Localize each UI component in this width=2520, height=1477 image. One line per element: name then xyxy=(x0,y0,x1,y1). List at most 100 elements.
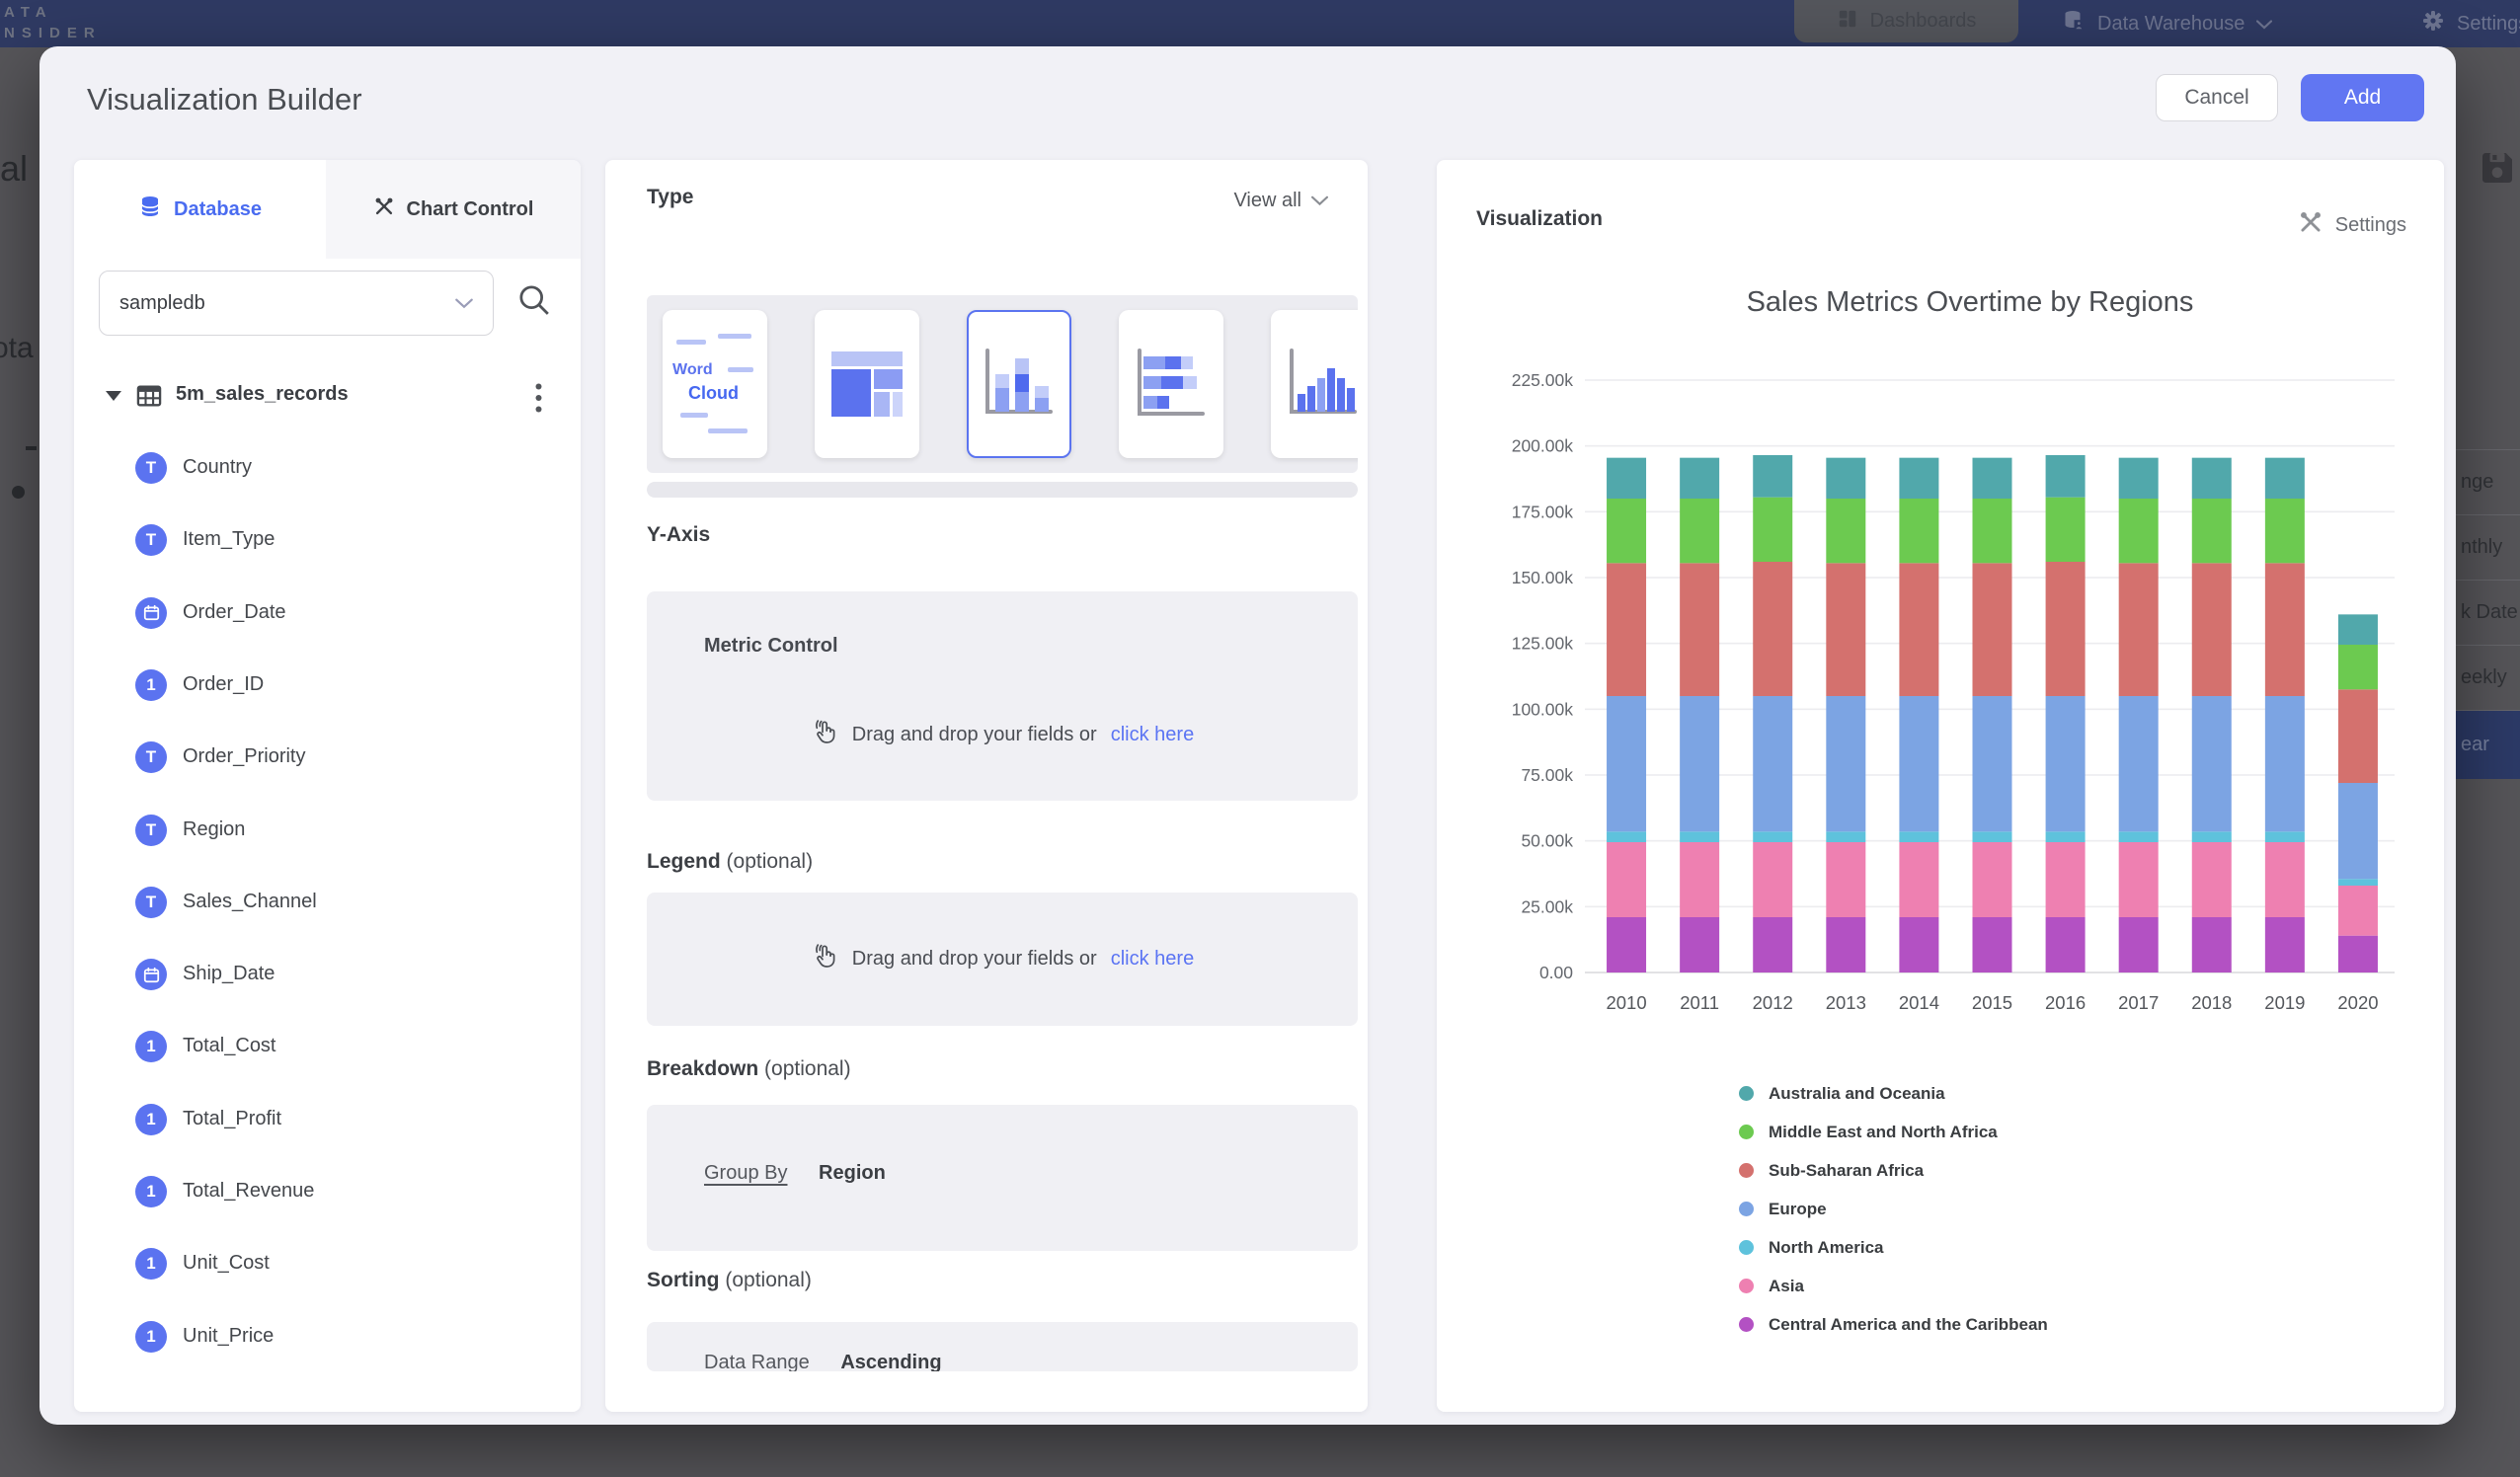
add-button[interactable]: Add xyxy=(2301,74,2424,121)
bar-segment xyxy=(2119,458,2159,499)
drag-drop-text: Drag and drop your fields or xyxy=(852,948,1097,971)
x-axis-tick-label: 2016 xyxy=(2045,992,2086,1013)
field-row-item_type[interactable]: TItem_Type xyxy=(74,524,581,560)
bar-segment xyxy=(2119,831,2159,842)
legend-label: Middle East and North Africa xyxy=(1769,1123,1998,1142)
field-row-region[interactable]: TRegion xyxy=(74,815,581,850)
top-nav-bar: ATA NSIDER Dashboards Data Warehouse Set… xyxy=(0,0,2520,47)
breakdown-section-heading: Breakdown (optional) xyxy=(647,1057,851,1081)
field-row-unit_price[interactable]: 1Unit_Price xyxy=(74,1321,581,1357)
metric-control-dropzone[interactable]: Metric Control Drag and drop your fields… xyxy=(647,591,1358,801)
chart-type-word-cloud[interactable]: Word Cloud xyxy=(663,310,767,458)
text-field-icon: T xyxy=(135,887,167,918)
chart-type-column[interactable] xyxy=(1271,310,1358,458)
legend-color-dot xyxy=(1739,1240,1754,1255)
text-field-icon: T xyxy=(135,815,167,846)
bar-segment xyxy=(2192,499,2232,563)
field-row-total_cost[interactable]: 1Total_Cost xyxy=(74,1031,581,1066)
nav-item-settings[interactable]: Settings xyxy=(2421,0,2520,47)
app-logo: ATA NSIDER xyxy=(4,2,102,43)
chart-legend: Australia and Oceania Middle East and Nor… xyxy=(1739,1074,2048,1344)
group-by-label[interactable]: Group By xyxy=(704,1162,787,1184)
bar-segment xyxy=(2265,563,2305,696)
field-row-ship_date[interactable]: Ship_Date xyxy=(74,959,581,994)
legend-item[interactable]: North America xyxy=(1739,1228,2048,1267)
legend-item[interactable]: Central America and the Caribbean xyxy=(1739,1305,2048,1344)
bar-segment xyxy=(1680,696,1719,831)
nav-item-dashboards[interactable]: Dashboards xyxy=(1794,0,2018,42)
x-axis-tick-label: 2018 xyxy=(2191,992,2232,1013)
bar-segment xyxy=(1826,842,1865,917)
bar-segment xyxy=(1899,842,1938,917)
y-axis-tick-label: 0.00 xyxy=(1539,963,1573,982)
chart-type-treemap[interactable] xyxy=(815,310,919,458)
nav-item-data-warehouse[interactable]: Data Warehouse xyxy=(2062,0,2272,47)
click-here-link[interactable]: click here xyxy=(1111,948,1194,971)
bar-segment xyxy=(1607,458,1646,499)
nav-data-warehouse-label: Data Warehouse xyxy=(2097,13,2244,36)
legend-item[interactable]: Europe xyxy=(1739,1190,2048,1228)
field-row-country[interactable]: TCountry xyxy=(74,452,581,488)
horizontal-scrollbar[interactable] xyxy=(647,482,1358,498)
group-by-value: Region xyxy=(819,1162,886,1184)
legend-dropzone[interactable]: Drag and drop your fields or click here xyxy=(647,893,1358,1026)
stacked-bar-chart: 0.0025.00k50.00k75.00k100.00k125.00k150.… xyxy=(1466,336,2414,1056)
field-row-order_priority[interactable]: TOrder_Priority xyxy=(74,741,581,777)
background-bullet-fragment xyxy=(12,486,25,499)
sort-field-label[interactable]: Data Range xyxy=(704,1352,810,1371)
table-tree-row[interactable]: 5m_sales_records xyxy=(74,375,581,419)
field-row-order_date[interactable]: Order_Date xyxy=(74,597,581,633)
bar-segment xyxy=(1607,499,1646,563)
legend-item[interactable]: Asia xyxy=(1739,1267,2048,1305)
bar-segment xyxy=(1753,842,1792,917)
legend-item[interactable]: Sub-Saharan Africa xyxy=(1739,1151,2048,1190)
sorting-heading-label: Sorting xyxy=(647,1269,720,1291)
legend-label: North America xyxy=(1769,1238,1884,1258)
field-row-order_id[interactable]: 1Order_ID xyxy=(74,669,581,705)
bar-segment xyxy=(2338,886,2378,936)
field-row-total_profit[interactable]: 1Total_Profit xyxy=(74,1104,581,1139)
legend-section-heading: Legend (optional) xyxy=(647,850,813,874)
bar-segment xyxy=(1607,563,1646,696)
background-dropdown-menu: ngenthlyk Dateeeklyear xyxy=(2456,449,2520,779)
field-row-total_revenue[interactable]: 1Total_Revenue xyxy=(74,1176,581,1211)
kebab-menu-icon[interactable] xyxy=(523,380,553,416)
field-label: Unit_Price xyxy=(183,1325,274,1348)
bar-segment xyxy=(2119,696,2159,831)
chart-type-stacked-column[interactable] xyxy=(967,310,1071,458)
sorting-card[interactable]: Data Range Ascending xyxy=(647,1322,1358,1371)
chart-settings-button[interactable]: Settings xyxy=(2298,209,2406,241)
search-icon[interactable] xyxy=(516,282,560,326)
database-select[interactable]: sampledb xyxy=(99,271,494,336)
tab-database-label: Database xyxy=(174,198,262,221)
bar-segment xyxy=(2265,917,2305,972)
field-label: Item_Type xyxy=(183,528,275,551)
bar-segment xyxy=(2192,917,2232,972)
background-text-fragment: ota xyxy=(0,332,34,365)
bar-segment xyxy=(1973,499,2012,563)
breakdown-card[interactable]: Group By Region xyxy=(647,1105,1358,1251)
number-field-icon: 1 xyxy=(135,1248,167,1280)
y-axis-tick-label: 150.00k xyxy=(1512,568,1574,587)
bar-segment xyxy=(2265,696,2305,831)
bar-segment xyxy=(1899,831,1938,842)
bar-segment xyxy=(1607,917,1646,972)
chart-type-stacked-bar[interactable] xyxy=(1119,310,1223,458)
view-all-dropdown[interactable]: View all xyxy=(1233,190,1328,212)
bar-segment xyxy=(2265,842,2305,917)
click-here-link[interactable]: click here xyxy=(1111,724,1194,746)
cancel-button[interactable]: Cancel xyxy=(2156,74,2278,121)
legend-item[interactable]: Australia and Oceania xyxy=(1739,1074,2048,1113)
legend-item[interactable]: Middle East and North Africa xyxy=(1739,1113,2048,1151)
expander-triangle-icon[interactable] xyxy=(106,391,121,401)
bar-segment xyxy=(1607,842,1646,917)
bar-segment xyxy=(1826,696,1865,831)
tab-chart-control[interactable]: Chart Control xyxy=(326,160,581,259)
tab-database[interactable]: Database xyxy=(74,160,326,259)
x-axis-tick-label: 2015 xyxy=(1972,992,2012,1013)
x-axis-tick-label: 2017 xyxy=(2118,992,2159,1013)
bar-segment xyxy=(2338,879,2378,886)
field-row-unit_cost[interactable]: 1Unit_Cost xyxy=(74,1248,581,1283)
background-menu-item: ear xyxy=(2456,710,2520,779)
field-row-sales_channel[interactable]: TSales_Channel xyxy=(74,887,581,922)
